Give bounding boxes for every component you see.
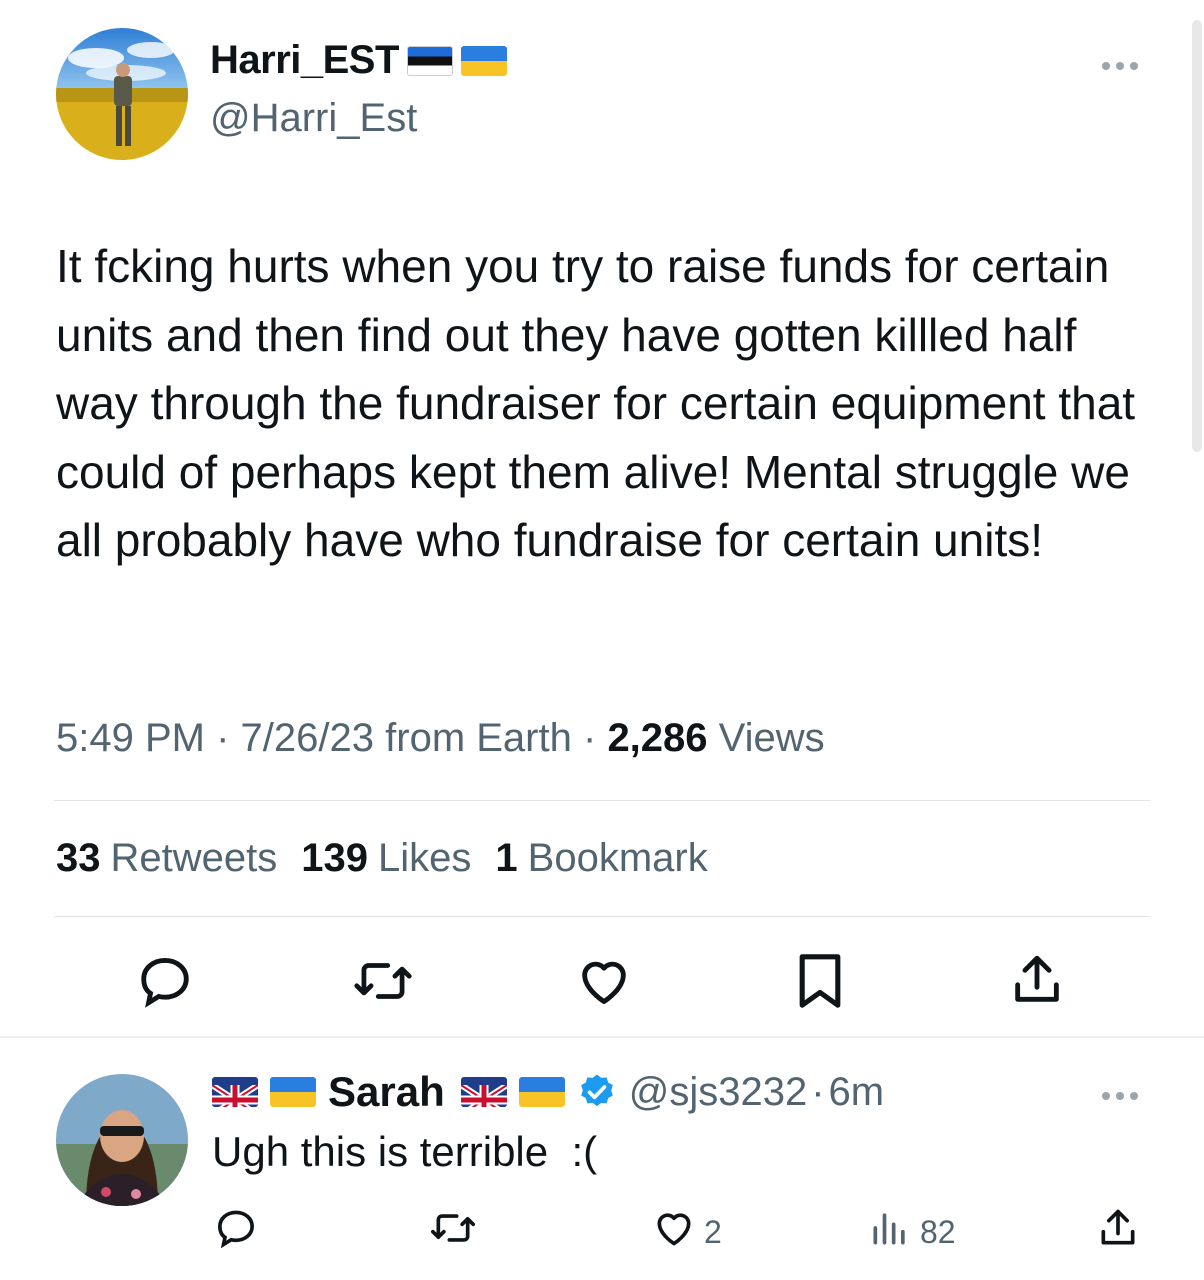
retweets-stat[interactable]: 33 Retweets: [56, 836, 277, 881]
bookmark-icon[interactable]: [792, 950, 848, 1012]
reply-time[interactable]: 6m: [829, 1070, 885, 1115]
reply-like-count: 2: [704, 1213, 722, 1250]
author-avatar[interactable]: [56, 28, 188, 160]
divider: [54, 916, 1150, 917]
bookmarks-label: Bookmark: [527, 836, 708, 880]
reply-reply-button[interactable]: [214, 1206, 258, 1258]
author-handle[interactable]: @Harri_Est: [210, 96, 417, 141]
thread-divider: [0, 1036, 1204, 1038]
share-icon[interactable]: [1008, 950, 1066, 1010]
tweet-text: It fcking hurts when you try to raise fu…: [56, 240, 1136, 566]
tweet-time[interactable]: 5:49 PM: [56, 716, 205, 760]
retweets-count: 33: [56, 836, 101, 880]
uk-flag-icon: [212, 1077, 258, 1107]
more-icon[interactable]: [1100, 1080, 1140, 1101]
uk-flag-icon: [460, 1077, 507, 1107]
meta-separator: ·: [582, 716, 597, 760]
more-icon[interactable]: [1100, 50, 1140, 71]
reply-retweet-button[interactable]: [428, 1206, 478, 1258]
retweets-label: Retweets: [110, 836, 278, 880]
views-icon: [868, 1206, 912, 1258]
likes-label: Likes: [378, 836, 472, 880]
bookmarks-stat[interactable]: 1 Bookmark: [495, 836, 707, 881]
tweet-source: from Earth: [385, 716, 572, 760]
views-label: Views: [718, 716, 825, 760]
meta-separator: ·: [216, 716, 230, 760]
reply-handle[interactable]: @sjs3232: [629, 1070, 807, 1115]
reply-share-button[interactable]: [1096, 1206, 1140, 1258]
ukraine-flag-icon: [270, 1077, 316, 1107]
reply-display-name[interactable]: Sarah: [328, 1068, 445, 1116]
likes-stat[interactable]: 139 Likes: [301, 836, 471, 881]
likes-count: 139: [301, 836, 368, 880]
retweet-icon[interactable]: [352, 952, 414, 1010]
tweet-metadata: 5:49 PM · 7/26/23 from Earth · 2,286 Vie…: [56, 716, 825, 761]
reply-text: Ugh this is terrible :(: [212, 1128, 598, 1175]
bookmarks-count: 1: [495, 836, 518, 880]
verified-badge-icon: [577, 1072, 617, 1112]
author-name-text: Harri_EST: [210, 38, 399, 82]
reply-views-button[interactable]: 82: [868, 1206, 956, 1258]
reply-like-button[interactable]: 2: [652, 1206, 722, 1258]
reply-icon: [214, 1206, 258, 1258]
author-display-name[interactable]: Harri_EST: [210, 38, 507, 83]
divider: [54, 800, 1150, 801]
reply-header: Sarah @sjs3232 · 6m: [212, 1068, 884, 1116]
like-icon[interactable]: [574, 952, 634, 1010]
share-icon: [1096, 1206, 1140, 1258]
scrollbar[interactable]: [1192, 20, 1202, 452]
like-icon: [652, 1206, 696, 1258]
ukraine-flag-icon: [460, 45, 507, 76]
reply-view-count: 82: [920, 1213, 956, 1250]
engagement-stats: 33 Retweets 139 Likes 1 Bookmark: [56, 836, 708, 881]
reply-avatar[interactable]: [56, 1074, 188, 1206]
reply-icon[interactable]: [136, 952, 194, 1010]
tweet-date[interactable]: 7/26/23: [241, 716, 374, 760]
reply-separator: ·: [811, 1069, 825, 1114]
ukraine-flag-icon: [518, 1077, 565, 1107]
views-count: 2,286: [607, 716, 708, 760]
estonia-flag-icon: [406, 45, 453, 76]
retweet-icon: [428, 1206, 478, 1258]
